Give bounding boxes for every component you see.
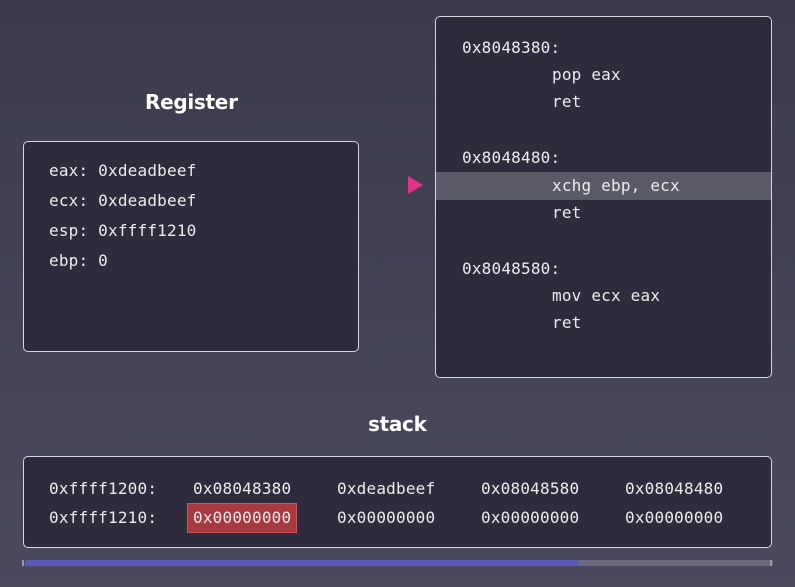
stack-cell: 0x08048380 [193, 479, 292, 498]
code-instruction: ret [552, 313, 582, 332]
code-instruction-current: xchg ebp, ecx [552, 176, 680, 195]
code-instruction: ret [552, 92, 582, 111]
stack-row-address: 0xffff1210: [49, 508, 158, 527]
register-panel: eax: 0xdeadbeef ecx: 0xdeadbeef esp: 0xf… [23, 141, 359, 352]
code-instruction: pop eax [552, 65, 621, 84]
code-address: 0x8048580: [462, 259, 561, 278]
stack-title: stack [368, 412, 427, 436]
register-ecx: ecx: 0xdeadbeef [49, 191, 197, 210]
code-address: 0x8048480: [462, 148, 561, 167]
register-esp: esp: 0xffff1210 [49, 221, 197, 240]
stack-cell: 0x08048580 [481, 479, 580, 498]
stack-cell: 0x00000000 [625, 508, 724, 527]
progress-start-cap [22, 560, 24, 566]
code-instruction: ret [552, 203, 582, 222]
register-ebp: ebp: 0 [49, 251, 108, 270]
stack-pointer-cell: 0x00000000 [186, 503, 298, 533]
register-title: Register [145, 90, 238, 114]
stack-row-address: 0xffff1200: [49, 479, 158, 498]
stack-cell: 0x00000000 [481, 508, 580, 527]
progress-fill [25, 560, 579, 566]
code-panel: 0x8048380: pop eax ret 0x8048480: xchg e… [435, 16, 772, 378]
stack-cell: 0xdeadbeef [337, 479, 436, 498]
code-instruction: mov ecx eax [552, 286, 661, 305]
stack-cell: 0x00000000 [337, 508, 436, 527]
stack-cell: 0x08048480 [625, 479, 724, 498]
code-address: 0x8048380: [462, 38, 561, 57]
progress-end-cap [770, 560, 772, 566]
register-eax: eax: 0xdeadbeef [49, 161, 197, 180]
instruction-pointer-icon [408, 176, 423, 194]
progress-bar[interactable] [25, 560, 773, 566]
stack-panel: 0xffff1200: 0x08048380 0xdeadbeef 0x0804… [23, 456, 772, 548]
